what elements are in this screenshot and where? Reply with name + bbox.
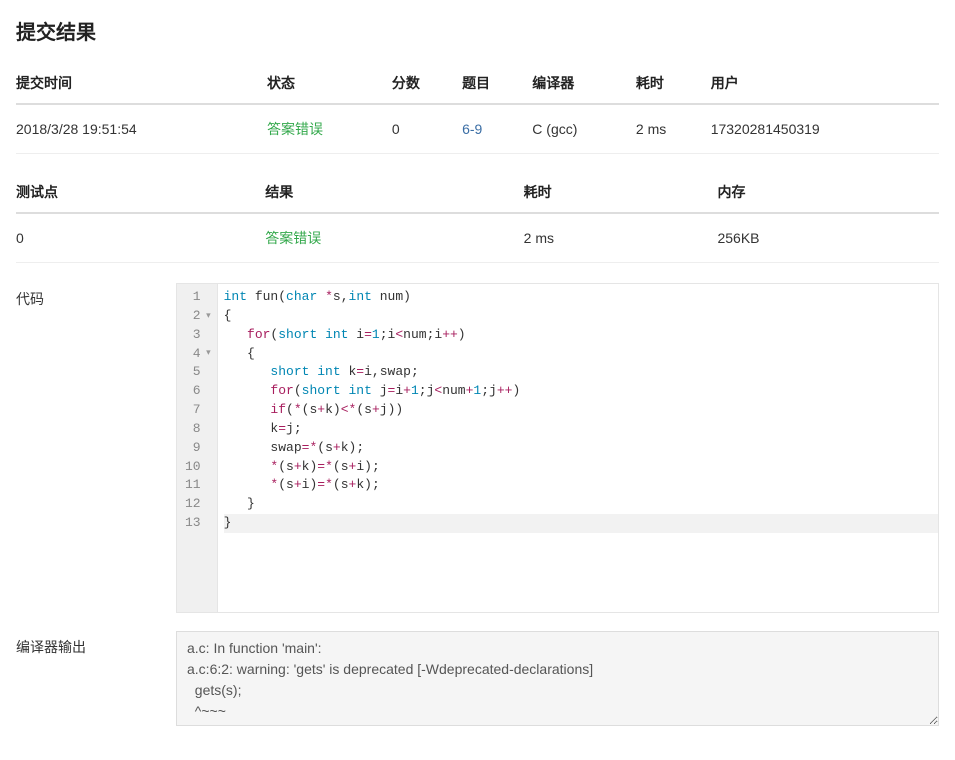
col-result: 结果 — [265, 172, 523, 213]
cell-time: 2018/3/28 19:51:54 — [16, 104, 267, 154]
status-badge: 答案错误 — [267, 121, 323, 137]
col-testpoint: 测试点 — [16, 172, 265, 213]
compiler-output-section: 编译器输出 a.c: In function 'main': a.c:6:2: … — [16, 631, 939, 726]
cell-problem: 6-9 — [462, 104, 532, 154]
code-line: *(s+i)=*(s+k); — [224, 476, 938, 495]
code-line: for(short int i=1;i<num;i++) — [224, 326, 938, 345]
code-section: 代码 12▾34▾5678910111213 int fun(char *s,i… — [16, 283, 939, 613]
col-runtime: 耗时 — [636, 63, 711, 104]
cell-tc-runtime: 2 ms — [524, 213, 718, 263]
code-line: { — [224, 345, 938, 364]
col-compiler: 编译器 — [532, 63, 636, 104]
code-lines[interactable]: int fun(char *s,int num){ for(short int … — [218, 284, 938, 612]
col-user: 用户 — [711, 63, 939, 104]
col-tc-runtime: 耗时 — [524, 172, 718, 213]
col-memory: 内存 — [717, 172, 939, 213]
col-time: 提交时间 — [16, 63, 267, 104]
cell-user: 17320281450319 — [711, 104, 939, 154]
cell-score: 0 — [392, 104, 462, 154]
code-editor[interactable]: 12▾34▾5678910111213 int fun(char *s,int … — [176, 283, 939, 613]
code-gutter: 12▾34▾5678910111213 — [177, 284, 218, 612]
result-badge: 答案错误 — [265, 230, 321, 246]
code-line: swap=*(s+k); — [224, 439, 938, 458]
code-line: } — [224, 495, 938, 514]
compiler-output[interactable]: a.c: In function 'main': a.c:6:2: warnin… — [176, 631, 939, 726]
code-line: for(short int j=i+1;j<num+1;j++) — [224, 382, 938, 401]
col-status: 状态 — [267, 63, 392, 104]
submission-table: 提交时间 状态 分数 题目 编译器 耗时 用户 2018/3/28 19:51:… — [16, 63, 939, 154]
cell-status: 答案错误 — [267, 104, 392, 154]
cell-memory: 256KB — [717, 213, 939, 263]
cell-testpoint: 0 — [16, 213, 265, 263]
compiler-output-label: 编译器输出 — [16, 631, 176, 657]
col-score: 分数 — [392, 63, 462, 104]
page-title: 提交结果 — [16, 16, 939, 45]
code-line: } — [224, 514, 938, 533]
code-line: *(s+k)=*(s+i); — [224, 458, 938, 477]
code-line: if(*(s+k)<*(s+j)) — [224, 401, 938, 420]
testcase-row: 0 答案错误 2 ms 256KB — [16, 213, 939, 263]
submission-row: 2018/3/28 19:51:54 答案错误 0 6-9 C (gcc) 2 … — [16, 104, 939, 154]
cell-runtime: 2 ms — [636, 104, 711, 154]
cell-compiler: C (gcc) — [532, 104, 636, 154]
code-line: k=j; — [224, 420, 938, 439]
code-label: 代码 — [16, 283, 176, 309]
code-line: short int k=i,swap; — [224, 363, 938, 382]
code-line: { — [224, 307, 938, 326]
code-line: int fun(char *s,int num) — [224, 288, 938, 307]
problem-link[interactable]: 6-9 — [462, 121, 482, 137]
cell-result: 答案错误 — [265, 213, 523, 263]
col-problem: 题目 — [462, 63, 532, 104]
testcase-table: 测试点 结果 耗时 内存 0 答案错误 2 ms 256KB — [16, 172, 939, 263]
